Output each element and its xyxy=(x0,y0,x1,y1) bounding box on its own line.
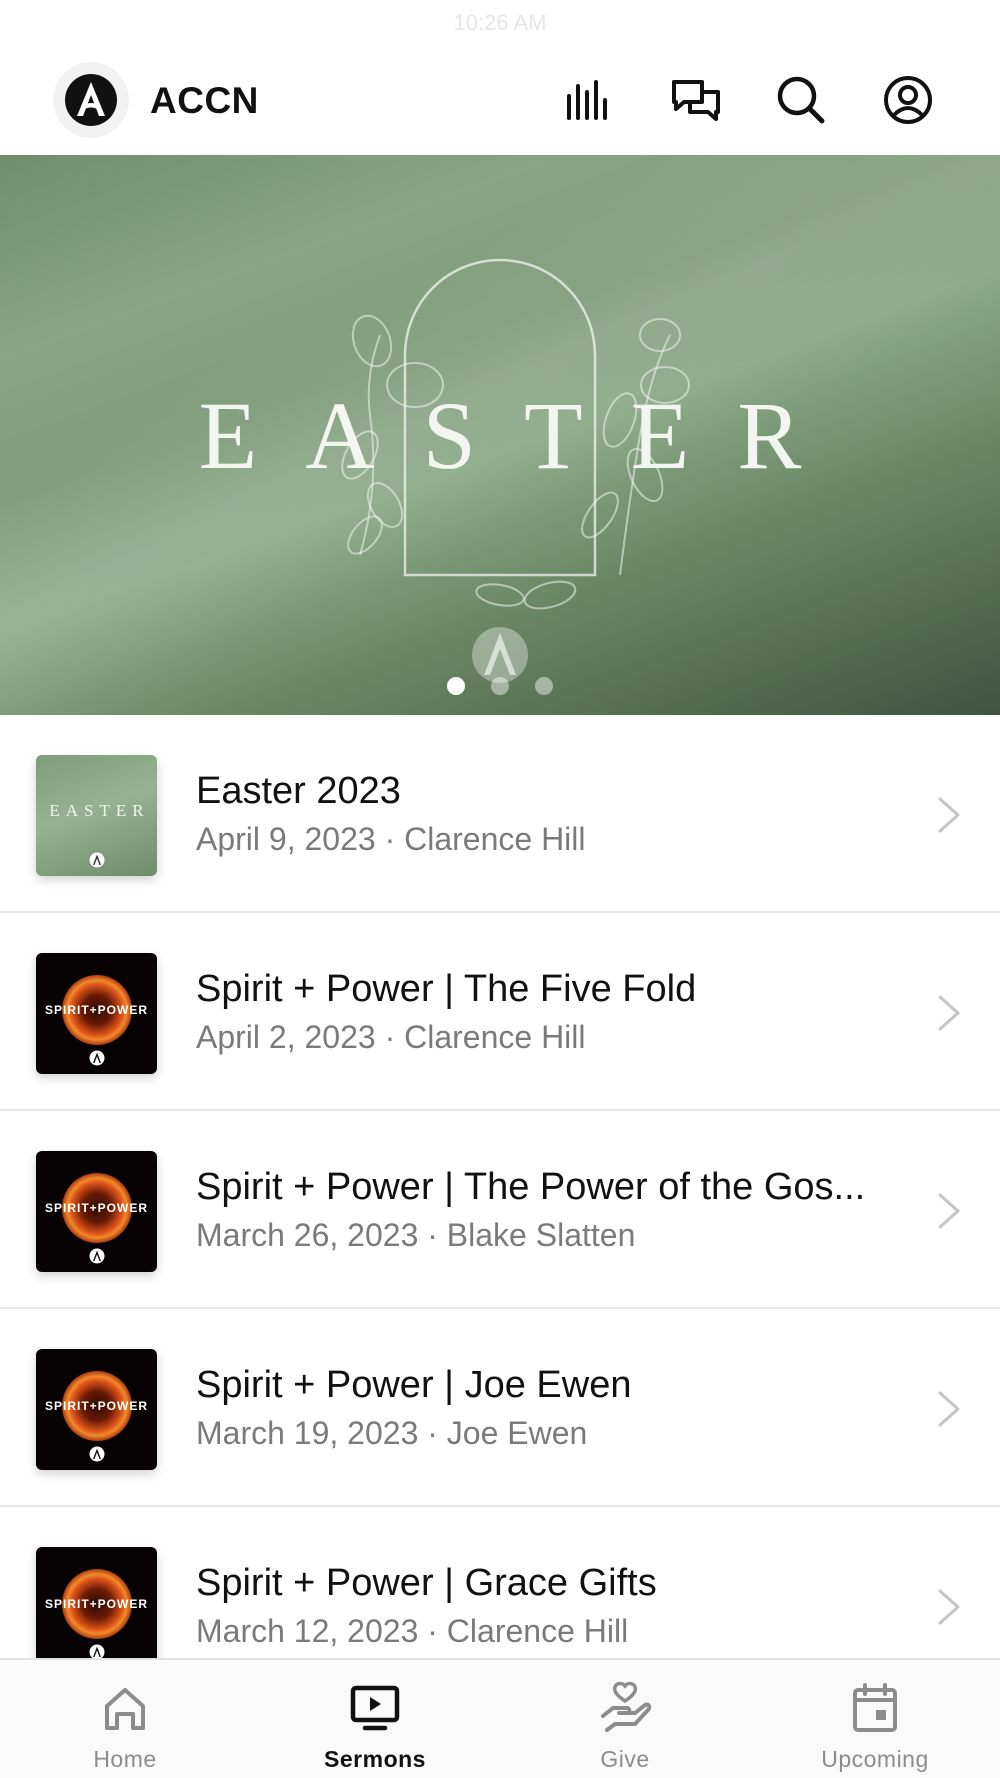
sermon-date-speaker: April 9, 2023 · Clarence Hill xyxy=(196,821,586,857)
accn-logo-icon xyxy=(65,74,117,126)
thumbnail-text: SPIRIT+POWER xyxy=(44,1399,148,1413)
search-icon[interactable] xyxy=(773,72,829,128)
tab-sermons[interactable]: Sermons xyxy=(250,1660,500,1778)
chevron-right-icon xyxy=(934,993,964,1033)
mini-logo-icon xyxy=(89,1446,105,1462)
sermon-list: EASTER Easter 2023 April 9, 2023 · Clare… xyxy=(0,715,1000,1660)
banner-title: EASTER xyxy=(198,382,850,489)
mini-logo-icon xyxy=(89,1050,105,1066)
status-bar-time: 10:26 AM xyxy=(453,10,547,35)
carousel-dot[interactable] xyxy=(491,677,509,695)
sermon-title: Spirit + Power | Grace Gifts xyxy=(196,1562,657,1604)
sermon-thumbnail: SPIRIT+POWER xyxy=(36,953,157,1074)
tab-upcoming[interactable]: Upcoming xyxy=(750,1660,1000,1778)
banner-logo-icon xyxy=(472,627,528,683)
top-navigation-bar: ACCN xyxy=(0,60,1000,154)
sermon-title: Easter 2023 xyxy=(196,770,401,812)
hand-heart-icon xyxy=(601,1681,652,1732)
chevron-right-icon xyxy=(934,1389,964,1429)
thumbnail-text: SPIRIT+POWER xyxy=(44,1597,148,1611)
sermon-row[interactable]: SPIRIT+POWER Spirit + Power | The Power … xyxy=(0,1111,1000,1309)
tab-label: Upcoming xyxy=(821,1746,929,1772)
sermon-thumbnail: EASTER xyxy=(36,755,157,876)
chevron-right-icon xyxy=(934,1587,964,1627)
audio-bars-icon[interactable] xyxy=(561,72,617,128)
chevron-right-icon xyxy=(934,795,964,835)
profile-icon[interactable] xyxy=(880,72,936,128)
mini-logo-icon xyxy=(89,852,105,868)
sermon-title: Spirit + Power | Joe Ewen xyxy=(196,1364,632,1406)
carousel-dot[interactable] xyxy=(447,677,465,695)
calendar-icon xyxy=(853,1683,897,1732)
tab-home[interactable]: Home xyxy=(0,1660,250,1778)
sermon-row[interactable]: SPIRIT+POWER Spirit + Power | Grace Gift… xyxy=(0,1507,1000,1660)
tv-play-icon xyxy=(350,1685,400,1731)
sermon-title: Spirit + Power | The Power of the Gos... xyxy=(196,1166,866,1208)
tab-give[interactable]: Give xyxy=(500,1660,750,1778)
sermon-title: Spirit + Power | The Five Fold xyxy=(196,968,697,1010)
sermon-thumbnail: SPIRIT+POWER xyxy=(36,1151,157,1272)
sermon-date-speaker: March 19, 2023 · Joe Ewen xyxy=(196,1415,588,1451)
sermon-date-speaker: March 12, 2023 · Clarence Hill xyxy=(196,1613,629,1649)
sermon-date-speaker: April 2, 2023 · Clarence Hill xyxy=(196,1019,586,1055)
chat-bubbles-icon-svg xyxy=(672,80,720,121)
profile-icon-svg xyxy=(884,76,932,124)
thumbnail-text: SPIRIT+POWER xyxy=(44,1201,148,1215)
search-icon-svg xyxy=(777,76,825,124)
carousel-dot[interactable] xyxy=(535,677,553,695)
thumbnail-text: EASTER xyxy=(49,801,150,820)
church-logo[interactable] xyxy=(53,62,129,138)
tab-label: Give xyxy=(600,1746,650,1772)
carousel-page-indicator[interactable] xyxy=(0,677,1000,695)
tab-label: Home xyxy=(93,1746,157,1772)
sermon-row[interactable]: EASTER Easter 2023 April 9, 2023 · Clare… xyxy=(0,715,1000,913)
audio-bars-icon-svg xyxy=(567,80,607,120)
home-icon xyxy=(105,1688,145,1730)
sermon-date-speaker: March 26, 2023 · Blake Slatten xyxy=(196,1217,636,1253)
sermon-row[interactable]: SPIRIT+POWER Spirit + Power | The Five F… xyxy=(0,913,1000,1111)
chat-bubbles-icon[interactable] xyxy=(668,72,724,128)
tab-label: Sermons xyxy=(324,1746,426,1772)
sermon-thumbnail: SPIRIT+POWER xyxy=(36,1349,157,1470)
mini-logo-icon xyxy=(89,1248,105,1264)
thumbnail-text: SPIRIT+POWER xyxy=(44,1003,148,1017)
sermon-row[interactable]: SPIRIT+POWER Spirit + Power | Joe Ewen M… xyxy=(0,1309,1000,1507)
sermon-thumbnail: SPIRIT+POWER xyxy=(36,1547,157,1660)
featured-sermon-banner[interactable]: EASTER xyxy=(0,155,1000,715)
app-name: ACCN xyxy=(150,80,259,121)
chevron-right-icon xyxy=(934,1191,964,1231)
bottom-tab-bar: Home Sermons Give Upcoming xyxy=(0,1658,1000,1778)
